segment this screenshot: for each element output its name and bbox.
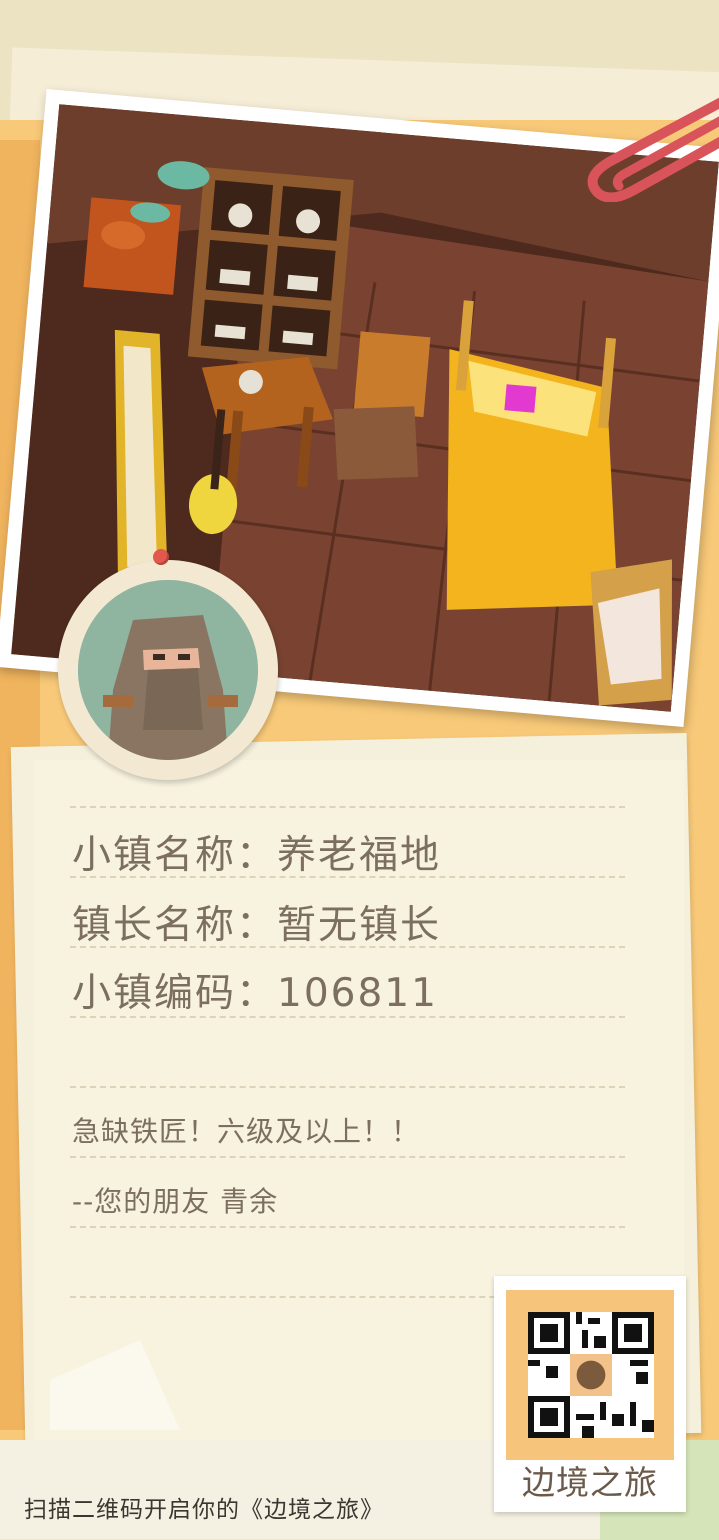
divider bbox=[70, 1086, 625, 1088]
message-signature: --您的朋友 青余 bbox=[72, 1185, 279, 1218]
paper-clip-icon bbox=[587, 97, 719, 202]
qr-code-icon bbox=[528, 1312, 654, 1438]
qr-code[interactable] bbox=[528, 1312, 654, 1438]
divider bbox=[70, 1156, 625, 1158]
paper-fold bbox=[50, 1340, 180, 1430]
scan-prompt: 扫描二维码开启你的《边境之旅》 bbox=[24, 1497, 384, 1523]
divider bbox=[70, 806, 625, 808]
town-name: 小镇名称：养老福地 bbox=[72, 833, 442, 878]
pin-icon bbox=[153, 549, 169, 565]
hooded-character-portrait bbox=[78, 580, 258, 760]
mayor-name: 镇长名称：暂无镇长 bbox=[72, 903, 442, 948]
qr-stamp[interactable]: 边境之旅 bbox=[494, 1276, 686, 1512]
stamp-frame bbox=[506, 1290, 674, 1460]
stamp-label: 边境之旅 bbox=[522, 1463, 658, 1502]
avatar bbox=[78, 580, 258, 760]
message-line: 急缺铁匠！六级及以上！！ bbox=[72, 1115, 421, 1148]
town-code: 小镇编码：106811 bbox=[72, 971, 438, 1016]
divider bbox=[70, 1226, 625, 1228]
